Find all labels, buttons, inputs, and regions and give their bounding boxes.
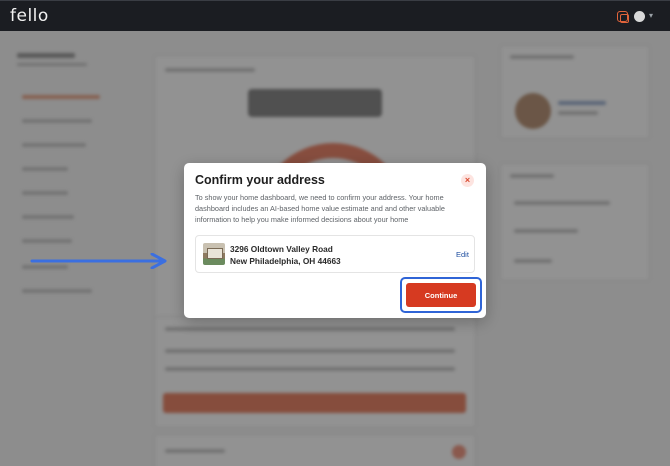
continue-button[interactable]: Continue bbox=[406, 283, 476, 307]
address-city-state-zip: New Philadelphia, OH 44663 bbox=[230, 256, 341, 266]
fello-logo[interactable]: fello bbox=[10, 6, 49, 26]
avatar[interactable] bbox=[634, 11, 645, 22]
notifications-icon[interactable] bbox=[617, 11, 629, 23]
modal-description: To show your home dashboard, we need to … bbox=[195, 193, 445, 224]
close-icon[interactable]: × bbox=[461, 174, 474, 187]
address-street: 3296 Oldtown Valley Road bbox=[230, 244, 333, 254]
house-thumbnail bbox=[203, 243, 225, 265]
confirm-address-modal: Confirm your address × To show your home… bbox=[184, 163, 486, 318]
modal-title: Confirm your address bbox=[195, 173, 325, 187]
address-card: 3296 Oldtown Valley Road New Philadelphi… bbox=[195, 235, 475, 273]
edit-address-link[interactable]: Edit bbox=[456, 250, 469, 259]
annotation-arrow-icon bbox=[30, 253, 167, 269]
top-navigation-bar: fello ▾ bbox=[0, 0, 670, 31]
chevron-down-icon[interactable]: ▾ bbox=[649, 11, 653, 20]
